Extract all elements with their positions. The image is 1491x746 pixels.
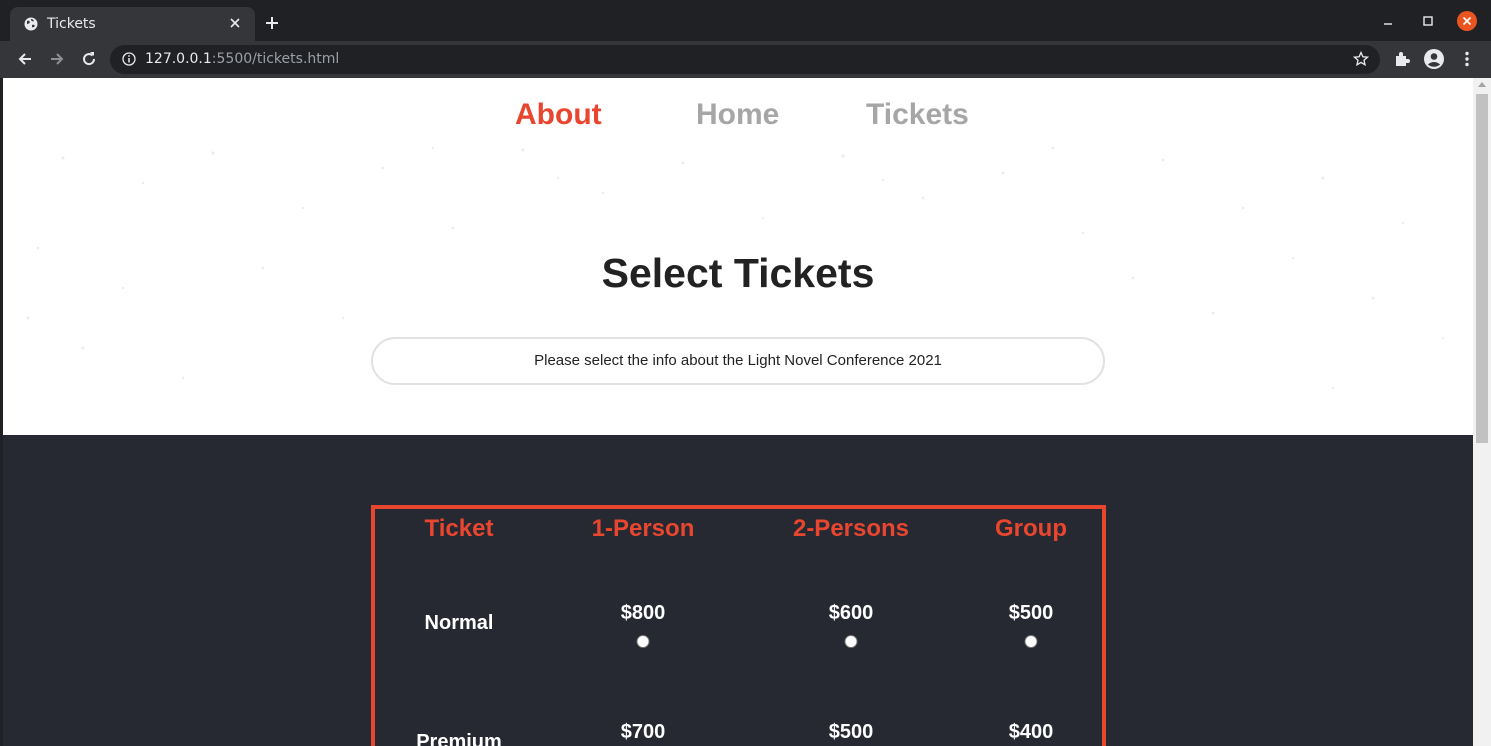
scroll-up-arrow-icon[interactable] — [1478, 82, 1486, 87]
radio-normal-1-person[interactable] — [636, 635, 650, 648]
reload-icon[interactable] — [80, 50, 98, 68]
hero-section: About Home Tickets Select Tickets Please… — [3, 78, 1473, 435]
globe-icon — [24, 17, 38, 31]
column-header-ticket: Ticket — [424, 515, 494, 542]
tickets-section: Ticket 1-Person 2-Persons Group Normal $… — [3, 435, 1473, 746]
price-premium-1-person: $700 — [620, 721, 666, 743]
price-normal-group: $500 — [1008, 602, 1054, 624]
extensions-puzzle-icon[interactable] — [1392, 49, 1412, 69]
radio-normal-group[interactable] — [1024, 635, 1038, 648]
info-icon[interactable] — [122, 52, 136, 66]
row-label-normal: Normal — [424, 612, 494, 634]
bookmark-star-icon[interactable] — [1353, 51, 1369, 67]
url-text: 127.0.0.1:5500/tickets.html — [145, 51, 339, 67]
profile-avatar-icon[interactable] — [1424, 49, 1444, 69]
price-premium-group: $400 — [1008, 721, 1054, 743]
address-bar[interactable]: 127.0.0.1:5500/tickets.html — [110, 45, 1380, 74]
new-tab-icon[interactable] — [264, 15, 280, 31]
page-title: Select Tickets — [601, 250, 875, 296]
row-label-premium: Premium — [416, 731, 502, 746]
info-banner: Please select the info about the Light N… — [371, 337, 1105, 385]
price-normal-2-persons: $600 — [828, 602, 874, 624]
nav-link-home[interactable]: Home — [696, 98, 779, 132]
tab-title: Tickets — [47, 16, 96, 32]
window-close-button[interactable] — [1457, 11, 1477, 31]
ticket-table: Ticket 1-Person 2-Persons Group Normal $… — [371, 505, 1106, 746]
nav-link-about[interactable]: About — [515, 98, 602, 132]
kebab-menu-icon[interactable] — [1457, 49, 1477, 69]
column-header-1-person: 1-Person — [591, 515, 695, 542]
close-tab-icon[interactable] — [228, 16, 242, 30]
nav-link-tickets[interactable]: Tickets — [866, 98, 969, 132]
page-viewport: About Home Tickets Select Tickets Please… — [3, 78, 1473, 746]
url-path: :5500/tickets.html — [211, 51, 340, 67]
browser-tab-bar: Tickets — [0, 0, 1491, 41]
price-premium-2-persons: $500 — [828, 721, 874, 743]
column-header-2-persons: 2-Persons — [792, 515, 910, 542]
page-scrollbar[interactable] — [1473, 78, 1491, 746]
minimize-icon[interactable] — [1379, 12, 1397, 30]
maximize-icon[interactable] — [1419, 12, 1437, 30]
price-normal-1-person: $800 — [620, 602, 666, 624]
browser-toolbar: 127.0.0.1:5500/tickets.html — [0, 41, 1491, 78]
back-arrow-icon[interactable] — [16, 50, 34, 68]
close-icon — [1462, 16, 1472, 26]
info-banner-text: Please select the info about the Light N… — [534, 352, 942, 369]
scrollbar-thumb[interactable] — [1476, 94, 1488, 443]
column-header-group: Group — [995, 515, 1067, 542]
forward-arrow-icon[interactable] — [48, 50, 66, 68]
url-host: 127.0.0.1 — [145, 51, 212, 67]
browser-tab[interactable]: Tickets — [10, 7, 255, 41]
radio-normal-2-persons[interactable] — [844, 635, 858, 648]
